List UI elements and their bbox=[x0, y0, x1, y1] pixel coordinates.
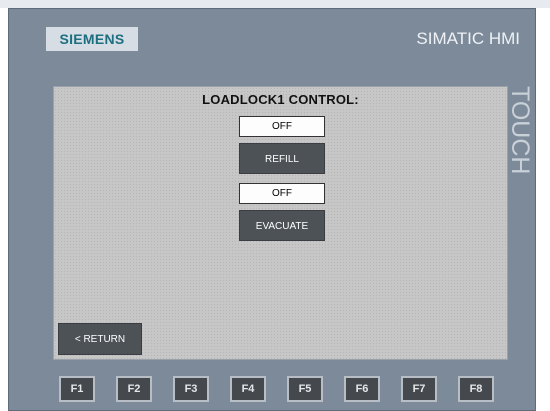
simatic-hmi-label: SIMATIC HMI bbox=[416, 29, 520, 48]
f4-key[interactable]: F4 bbox=[230, 376, 266, 402]
hmi-screen: LOADLOCK1 CONTROL: OFF REFILL OFF EVACUA… bbox=[53, 86, 508, 360]
f1-key[interactable]: F1 bbox=[59, 376, 95, 402]
top-edge bbox=[0, 0, 550, 8]
siemens-logo: SIEMENS bbox=[46, 27, 138, 51]
evacuate-status-field: OFF bbox=[239, 183, 325, 204]
evacuate-button[interactable]: EVACUATE bbox=[239, 210, 325, 241]
f7-key[interactable]: F7 bbox=[401, 376, 437, 402]
f3-key[interactable]: F3 bbox=[173, 376, 209, 402]
function-key-row: F1 F2 F3 F4 F5 F6 F7 F8 bbox=[53, 376, 508, 406]
touch-label: TOUCH bbox=[506, 86, 534, 175]
refill-button[interactable]: REFILL bbox=[239, 143, 325, 174]
page-title: LOADLOCK1 CONTROL: bbox=[202, 92, 359, 107]
f6-key[interactable]: F6 bbox=[344, 376, 380, 402]
return-button[interactable]: < RETURN bbox=[58, 323, 142, 355]
f5-key[interactable]: F5 bbox=[287, 376, 323, 402]
f2-key[interactable]: F2 bbox=[116, 376, 152, 402]
f8-key[interactable]: F8 bbox=[458, 376, 494, 402]
refill-status-field: OFF bbox=[239, 116, 325, 137]
